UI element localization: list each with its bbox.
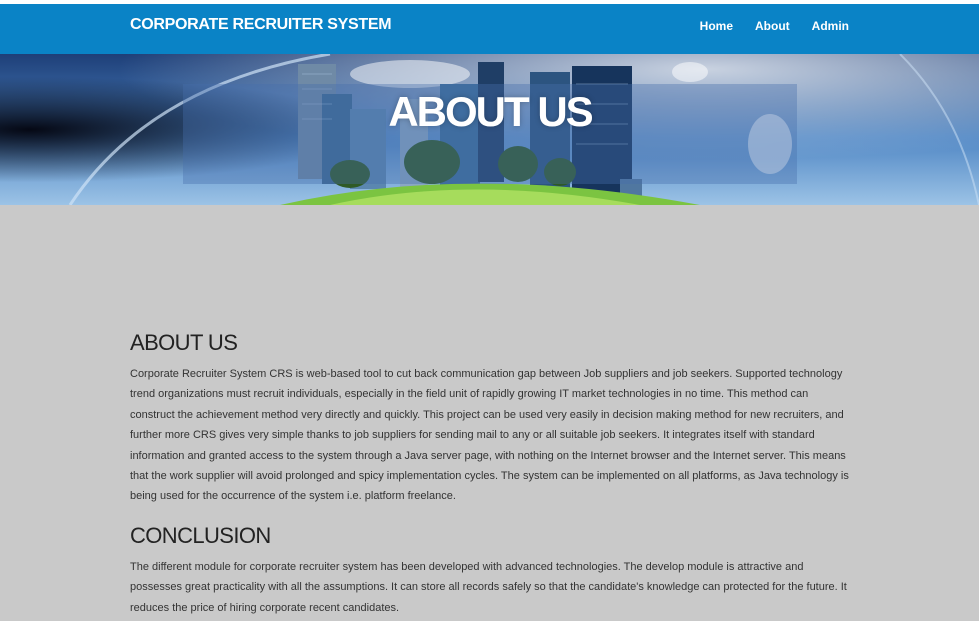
about-heading: ABOUT US <box>130 330 238 355</box>
main-nav: Home About Admin <box>700 19 849 33</box>
hero-banner: ABOUT US <box>0 54 979 205</box>
banner-title-overlay: ABOUT US <box>183 84 797 184</box>
conclusion-paragraph: The different module for corporate recru… <box>130 560 847 614</box>
nav-link-admin[interactable]: Admin <box>812 19 849 33</box>
banner-title: ABOUT US <box>388 88 593 135</box>
about-paragraph: Corporate Recruiter System CRS is web-ba… <box>130 368 849 503</box>
nav-link-about[interactable]: About <box>755 19 790 33</box>
main-content: ABOUT US Corporate Recruiter System CRS … <box>130 328 850 618</box>
nav-link-home[interactable]: Home <box>700 19 733 33</box>
conclusion-heading: CONCLUSION <box>130 522 271 548</box>
brand-logo-text[interactable]: CORPORATE RECRUITER SYSTEM <box>130 16 392 34</box>
top-navbar: CORPORATE RECRUITER SYSTEM Home About Ad… <box>0 4 979 54</box>
